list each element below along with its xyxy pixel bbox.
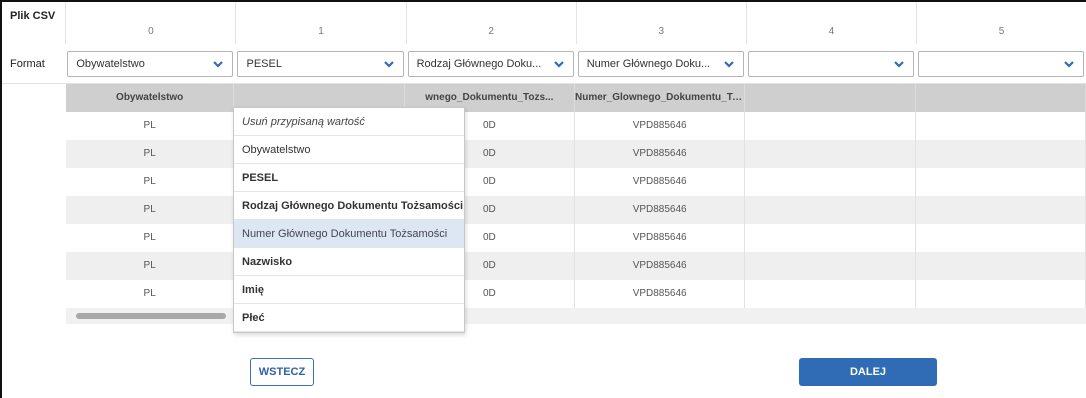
dropdown-option[interactable]: Nazwisko bbox=[234, 248, 464, 276]
table-cell: VPD885646 bbox=[575, 280, 746, 308]
table-cell bbox=[916, 168, 1086, 196]
format-select-0[interactable]: Obywatelstwo bbox=[67, 50, 234, 77]
table-cell bbox=[916, 196, 1086, 224]
table-cell bbox=[745, 196, 916, 224]
table-cell: PL bbox=[66, 168, 235, 196]
chevron-down-icon bbox=[383, 60, 394, 68]
chevron-down-icon bbox=[1064, 60, 1074, 68]
table-row: PL 0D VPD885646 bbox=[66, 196, 1086, 224]
preview-table: Obywatelstwo wnego_Dokumentu_Tozs... Num… bbox=[66, 84, 1086, 324]
dropdown-option[interactable]: Rodzaj Głównego Dokumentu Tożsamości bbox=[234, 192, 464, 220]
table-cell: VPD885646 bbox=[575, 196, 746, 224]
table-cell: VPD885646 bbox=[575, 224, 746, 252]
table-cell: PL bbox=[66, 280, 235, 308]
table-cell bbox=[745, 252, 916, 280]
table-cell: VPD885646 bbox=[575, 140, 746, 168]
table-cell: PL bbox=[66, 196, 235, 224]
table-header-cell: Numer_Glownego_Dokumentu_Toz... bbox=[575, 84, 746, 112]
csv-file-label: Plik CSV bbox=[10, 10, 56, 22]
dropdown-option[interactable]: Numer Głównego Dokumentu Tożsamości bbox=[234, 220, 464, 248]
column-number-3: 3 bbox=[575, 2, 746, 44]
select-value: Numer Głównego Doku... bbox=[586, 57, 711, 70]
chevron-down-icon bbox=[213, 60, 224, 68]
select-value: Obywatelstwo bbox=[76, 57, 145, 70]
format-row: Format Obywatelstwo PESEL Rodzaj Główneg… bbox=[2, 44, 1086, 84]
table-cell: PL bbox=[66, 252, 235, 280]
table-cell: PL bbox=[66, 140, 235, 168]
column-number-4: 4 bbox=[745, 2, 916, 44]
table-cell bbox=[745, 140, 916, 168]
table-cell bbox=[745, 112, 916, 140]
chevron-down-icon bbox=[724, 60, 734, 68]
select-value: Rodzaj Głównego Doku... bbox=[416, 57, 542, 70]
table-body: PL 0D VPD885646 PL 0D VPD885646 PL 0D VPD885646 P… bbox=[66, 112, 1086, 308]
back-button[interactable]: WSTECZ bbox=[250, 358, 314, 386]
table-cell: VPD885646 bbox=[575, 112, 746, 140]
scrollbar-thumb[interactable] bbox=[76, 313, 226, 319]
table-header-cell: Obywatelstwo bbox=[66, 84, 235, 112]
table-cell bbox=[745, 224, 916, 252]
dropdown-option[interactable]: Usuń przypisaną wartość bbox=[234, 108, 464, 136]
column-number-1: 1 bbox=[235, 2, 405, 44]
table-cell bbox=[916, 224, 1086, 252]
column-number-5: 5 bbox=[915, 2, 1086, 44]
column-number-0: 0 bbox=[65, 2, 235, 44]
chevron-down-icon bbox=[553, 60, 564, 68]
table-cell bbox=[916, 252, 1086, 280]
dropdown-option[interactable]: Data Urodzenia bbox=[234, 332, 464, 333]
table-row: PL 0D VPD885646 bbox=[66, 140, 1086, 168]
dropdown-option[interactable]: PESEL bbox=[234, 164, 464, 192]
table-header-cell bbox=[916, 84, 1086, 112]
table-cell: VPD885646 bbox=[575, 252, 746, 280]
format-select-5[interactable] bbox=[917, 50, 1085, 77]
table-header-cell bbox=[745, 84, 916, 112]
next-button[interactable]: DALEJ bbox=[799, 358, 937, 386]
dropdown-option[interactable]: Płeć bbox=[234, 304, 464, 332]
table-row: PL 0D VPD885646 bbox=[66, 168, 1086, 196]
select-value: PESEL bbox=[246, 57, 282, 70]
table-cell: PL bbox=[66, 112, 235, 140]
table-cell bbox=[916, 140, 1086, 168]
format-select-1[interactable]: PESEL bbox=[237, 50, 404, 77]
column-number-2: 2 bbox=[405, 2, 576, 44]
dropdown-option[interactable]: Obywatelstwo bbox=[234, 136, 464, 164]
table-cell bbox=[745, 168, 916, 196]
horizontal-scrollbar[interactable] bbox=[66, 308, 1086, 324]
format-dropdown-menu: Usuń przypisaną wartość Obywatelstwo PESEL… bbox=[233, 107, 465, 333]
format-select-4[interactable] bbox=[747, 50, 914, 77]
format-label: Format bbox=[10, 57, 45, 70]
chevron-down-icon bbox=[894, 60, 904, 68]
format-select-2[interactable]: Rodzaj Głównego Doku... bbox=[407, 50, 574, 77]
format-select-3[interactable]: Numer Głównego Doku... bbox=[577, 50, 744, 77]
table-row: PL 0D VPD885646 bbox=[66, 280, 1086, 308]
dropdown-option[interactable]: Imię bbox=[234, 276, 464, 304]
table-row: PL 0D VPD885646 bbox=[66, 252, 1086, 280]
table-cell bbox=[916, 112, 1086, 140]
table-cell: VPD885646 bbox=[575, 168, 746, 196]
column-number-row: Plik CSV 0 1 2 3 4 5 bbox=[2, 2, 1086, 44]
table-row: PL 0D VPD885646 bbox=[66, 224, 1086, 252]
table-cell bbox=[745, 280, 916, 308]
table-cell bbox=[916, 280, 1086, 308]
table-header-row: Obywatelstwo wnego_Dokumentu_Tozs... Num… bbox=[66, 84, 1086, 112]
table-row: PL 0D VPD885646 bbox=[66, 112, 1086, 140]
table-cell: PL bbox=[66, 224, 235, 252]
